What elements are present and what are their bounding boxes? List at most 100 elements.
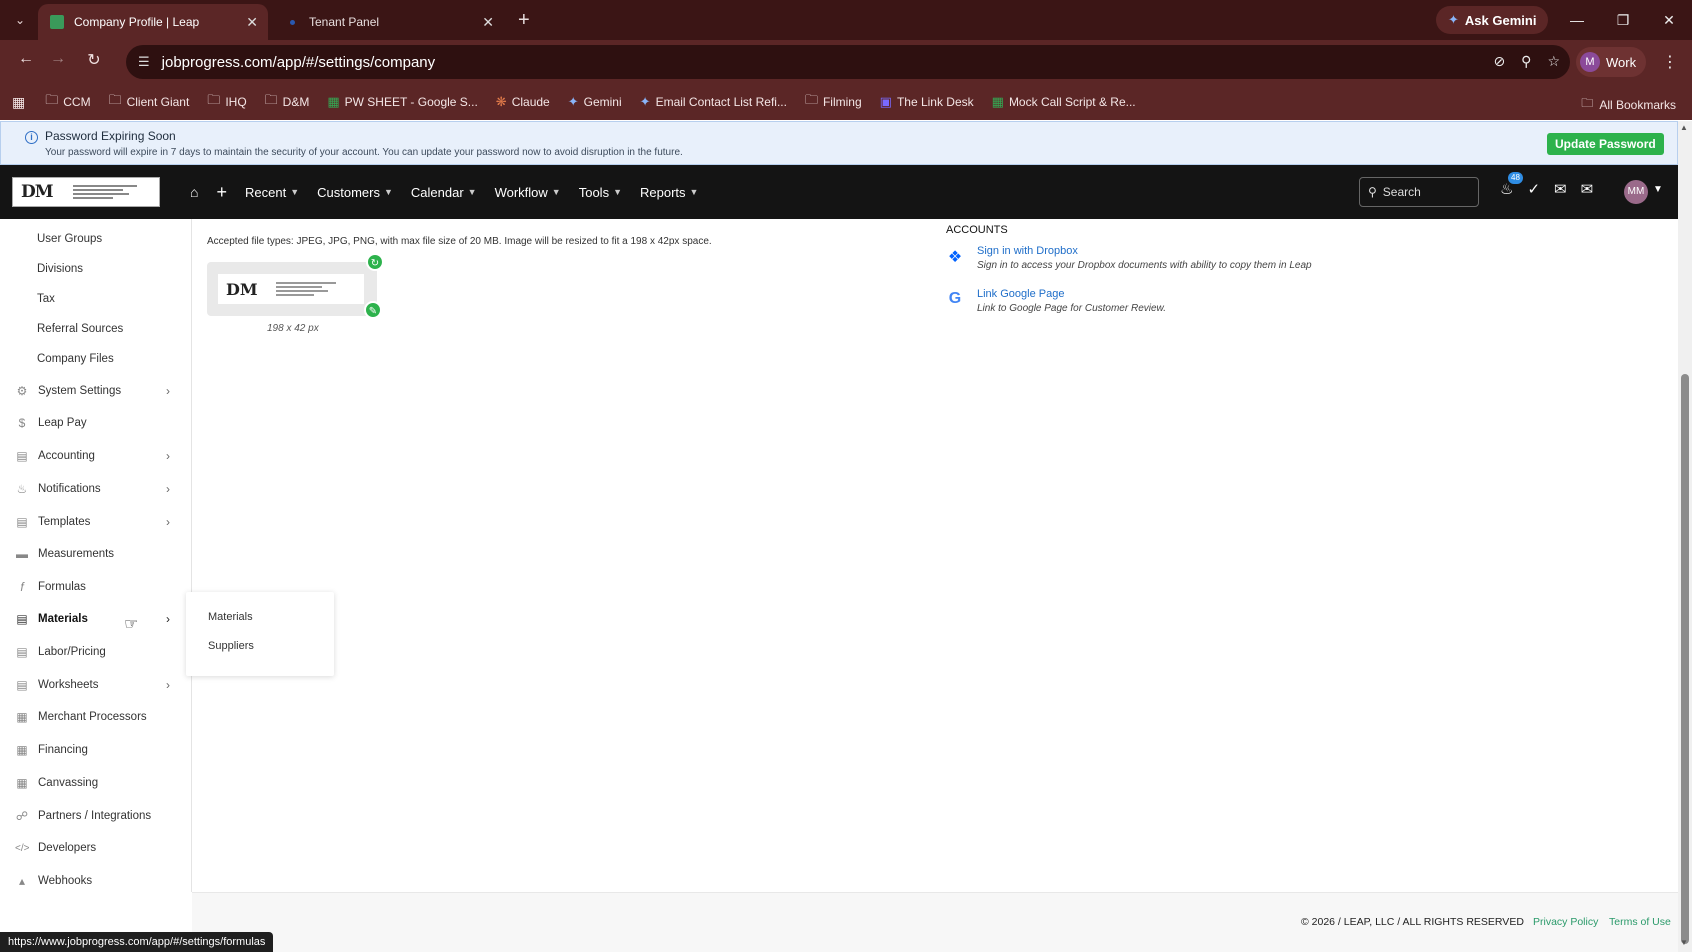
- sidebar-item-financing[interactable]: ▦ Financing: [0, 736, 192, 764]
- sidebar-item-labor-pricing[interactable]: ▤ Labor/Pricing: [0, 638, 192, 666]
- bookmark-client-giant[interactable]: 🗀 Client Giant: [109, 91, 190, 113]
- user-menu-chevron-icon[interactable]: ▼: [1653, 184, 1663, 195]
- sidebar-item-partners-integrations[interactable]: ☍ Partners / Integrations: [0, 802, 192, 830]
- tab-label: Company Profile | Leap: [74, 15, 200, 29]
- main-nav: ⌂ + Recent ▼ Customers ▼ Calendar ▼ Workflo…: [190, 165, 716, 219]
- privacy-policy-link[interactable]: Privacy Policy: [1533, 916, 1598, 928]
- formula-icon: f: [20, 580, 24, 594]
- bookmark-star-icon[interactable]: ☆: [1547, 53, 1560, 70]
- messages-icon[interactable]: ✉: [1554, 180, 1567, 198]
- update-password-button[interactable]: Update Password: [1547, 133, 1664, 155]
- terms-of-use-link[interactable]: Terms of Use: [1609, 916, 1671, 928]
- gemini-icon: ✦: [639, 94, 651, 109]
- chevron-right-icon: ›: [166, 678, 170, 692]
- nav-customers[interactable]: Customers ▼: [317, 185, 393, 200]
- forward-arrow-icon[interactable]: →: [46, 50, 70, 68]
- sidebar-item-canvassing[interactable]: ▦ Canvassing: [0, 769, 192, 797]
- url-bar[interactable]: ☰ jobprogress.com/app/#/settings/company…: [126, 45, 1570, 79]
- profile-button[interactable]: M Work: [1576, 47, 1647, 77]
- nav-recent[interactable]: Recent ▼: [245, 185, 299, 200]
- browser-tab-bar: ⌄ Company Profile | Leap ✕ Tenant Panel …: [0, 0, 1692, 40]
- close-tab-icon[interactable]: ✕: [246, 14, 258, 31]
- sidebar-item-measurements[interactable]: ▬ Measurements: [0, 540, 192, 568]
- task-check-icon[interactable]: ✓: [1527, 180, 1540, 198]
- sidebar-item-leap-pay[interactable]: $ Leap Pay: [0, 409, 192, 437]
- bookmark-gemini[interactable]: ✦ Gemini: [568, 94, 622, 110]
- bookmark-claude[interactable]: ❋ Claude: [496, 94, 550, 110]
- close-window-icon[interactable]: ✕: [1646, 12, 1692, 29]
- bookmark-filming[interactable]: 🗀 Filming: [805, 91, 862, 113]
- chevron-down-icon: ▼: [551, 187, 561, 197]
- scroll-down-arrow-icon[interactable]: ▼: [1680, 938, 1688, 947]
- tab-tenant-panel[interactable]: Tenant Panel ✕: [274, 4, 504, 40]
- company-logo[interactable]: DM: [12, 177, 160, 207]
- bookmark-mock-call-script[interactable]: ▦ Mock Call Script & Re...: [992, 94, 1136, 110]
- sidebar-item-company-files[interactable]: Company Files: [0, 345, 192, 373]
- nav-workflow[interactable]: Workflow ▼: [495, 185, 561, 200]
- apps-grid-icon[interactable]: ▦: [12, 94, 25, 111]
- sidebar-item-tax[interactable]: Tax: [0, 285, 192, 313]
- tab-search-chevron-icon[interactable]: ⌄: [8, 8, 32, 32]
- browser-menu-icon[interactable]: ⋮: [1662, 52, 1678, 72]
- sheets-icon: ▦: [327, 94, 340, 109]
- nav-calendar[interactable]: Calendar ▼: [411, 185, 477, 200]
- minimize-icon[interactable]: —: [1554, 12, 1600, 28]
- nav-reports[interactable]: Reports ▼: [640, 185, 698, 200]
- sidebar-item-worksheets[interactable]: ▤ Worksheets ›: [0, 671, 192, 699]
- tab-company-profile[interactable]: Company Profile | Leap ✕: [38, 4, 268, 40]
- link-google-page-link[interactable]: Link Google Page: [977, 288, 1064, 300]
- sidebar-item-system-settings[interactable]: ⚙ System Settings ›: [0, 377, 192, 405]
- submenu-item-materials[interactable]: Materials: [208, 611, 253, 623]
- folder-icon: 🗀: [804, 92, 818, 107]
- chevron-down-icon: ▼: [613, 187, 622, 197]
- gemini-sparkle-icon: ✦: [1448, 12, 1459, 27]
- submenu-item-suppliers[interactable]: Suppliers: [208, 640, 254, 652]
- new-tab-plus-icon[interactable]: +: [518, 8, 530, 32]
- sidebar-item-webhooks[interactable]: ▴ Webhooks: [0, 867, 192, 895]
- sidebar-item-developers[interactable]: </> Developers: [0, 834, 192, 862]
- bell-icon: ♨: [16, 482, 28, 496]
- site-info-icon[interactable]: ☰: [138, 54, 150, 70]
- sidebar-item-merchant-processors[interactable]: ▦ Merchant Processors: [0, 703, 192, 731]
- code-icon: </>: [15, 842, 30, 854]
- add-plus-icon[interactable]: +: [216, 182, 227, 203]
- restore-icon[interactable]: ❐: [1600, 12, 1646, 29]
- company-logo-upload[interactable]: DM: [207, 262, 377, 316]
- sidebar-item-formulas[interactable]: f Formulas: [0, 573, 192, 601]
- sidebar-item-materials[interactable]: ▤ Materials ›: [0, 605, 192, 633]
- google-icon: G: [948, 290, 962, 307]
- bookmark-ihq[interactable]: 🗀 IHQ: [207, 91, 246, 113]
- header-search-input[interactable]: ⚲ Search: [1359, 177, 1479, 207]
- ask-gemini-button[interactable]: ✦ Ask Gemini: [1436, 6, 1549, 34]
- reload-icon[interactable]: ↻: [82, 50, 106, 70]
- page-scrollbar[interactable]: ▲ ▼: [1678, 121, 1692, 952]
- zoom-icon[interactable]: ⚲: [1521, 53, 1531, 70]
- bookmark-dm[interactable]: 🗀 D&M: [265, 91, 310, 113]
- bookmark-ccm[interactable]: 🗀 CCM: [45, 91, 90, 113]
- sidebar-item-referral-sources[interactable]: Referral Sources: [0, 315, 192, 343]
- notifications-bell-icon[interactable]: ♨ 48: [1500, 172, 1523, 198]
- bookmark-link-desk[interactable]: ▣ The Link Desk: [880, 94, 974, 110]
- sidebar-item-accounting[interactable]: ▤ Accounting ›: [0, 442, 192, 470]
- edit-logo-pencil-icon[interactable]: ✎: [364, 301, 382, 319]
- close-tab-icon[interactable]: ✕: [482, 14, 494, 31]
- bookmark-pw-sheet[interactable]: ▦ PW SHEET - Google S...: [327, 94, 477, 110]
- scroll-up-arrow-icon[interactable]: ▲: [1680, 123, 1688, 132]
- nav-tools[interactable]: Tools ▼: [579, 185, 622, 200]
- all-bookmarks[interactable]: 🗀 All Bookmarks: [1581, 94, 1676, 115]
- scrollbar-thumb[interactable]: [1681, 374, 1689, 944]
- home-icon[interactable]: ⌂: [190, 184, 198, 200]
- refresh-logo-icon[interactable]: ↻: [366, 253, 384, 271]
- sign-in-dropbox-link[interactable]: Sign in with Dropbox: [977, 245, 1078, 257]
- sidebar-item-templates[interactable]: ▤ Templates ›: [0, 508, 192, 536]
- eye-off-icon[interactable]: ⊘: [1493, 53, 1505, 70]
- sidebar-item-notifications[interactable]: ♨ Notifications ›: [0, 475, 192, 503]
- bookmark-email-contact-list[interactable]: ✦ Email Contact List Refi...: [640, 94, 787, 110]
- logo-preview-text: DM: [226, 279, 258, 299]
- user-avatar[interactable]: MM: [1624, 180, 1648, 204]
- email-icon[interactable]: ✉: [1581, 180, 1594, 198]
- gemini-icon: ✦: [567, 94, 579, 109]
- sidebar-item-user-groups[interactable]: User Groups: [0, 225, 192, 253]
- back-arrow-icon[interactable]: ←: [14, 50, 38, 68]
- sidebar-item-divisions[interactable]: Divisions: [0, 255, 192, 283]
